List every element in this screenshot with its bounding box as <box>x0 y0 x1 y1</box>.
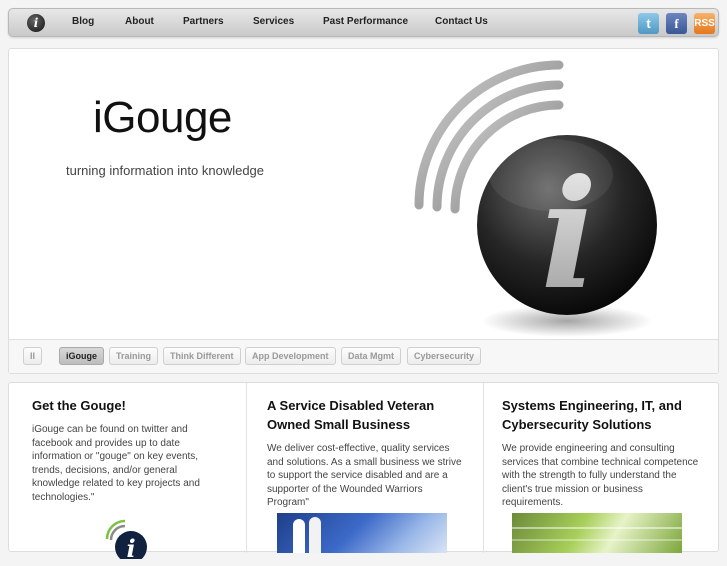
igouge-info-logo-icon: i <box>414 60 657 337</box>
column-veteran-owned: A Service Disabled Veteran Owned Small B… <box>267 396 467 566</box>
slider-tab-think-different[interactable]: Think Different <box>163 347 241 365</box>
column-title: Get the Gouge! <box>32 398 126 413</box>
nav-item-partners[interactable]: Partners <box>183 16 224 27</box>
slider-controls: II iGouge Training Think Different App D… <box>9 339 718 373</box>
igouge-small-logo-icon: i <box>105 519 147 559</box>
hero-slider: iGouge turning information into knowledg… <box>8 48 719 374</box>
nav-item-blog[interactable]: Blog <box>72 16 94 27</box>
slider-tab-cybersecurity[interactable]: Cybersecurity <box>407 347 482 365</box>
slider-tab-training[interactable]: Training <box>109 347 159 365</box>
slider-tab-app-development[interactable]: App Development <box>245 347 336 365</box>
feature-columns: Get the Gouge! iGouge can be found on tw… <box>8 382 719 559</box>
column-body: We provide engineering and consulting se… <box>502 443 699 508</box>
column-systems-engineering: Systems Engineering, IT, and Cybersecuri… <box>502 396 702 566</box>
column-divider <box>246 383 247 553</box>
slider-tab-igouge[interactable]: iGouge <box>59 347 104 365</box>
nav-item-services[interactable]: Services <box>253 16 294 27</box>
circuit-board-image <box>512 513 682 553</box>
rss-icon[interactable]: RSS <box>694 13 715 34</box>
column-title: A Service Disabled Veteran Owned Small B… <box>267 398 435 432</box>
hero-title: iGouge <box>93 93 232 142</box>
slider-pause-button[interactable]: II <box>23 347 43 365</box>
hero-tagline: turning information into knowledge <box>66 163 265 178</box>
svg-text:i: i <box>126 534 135 559</box>
twitter-icon[interactable]: t <box>638 13 659 34</box>
nav-item-past-performance[interactable]: Past Performance <box>323 16 408 27</box>
hero-logo-glyph: i <box>541 147 598 323</box>
nav-item-about[interactable]: About <box>125 16 154 27</box>
slider-tab-data-mgmt[interactable]: Data Mgmt <box>341 347 402 365</box>
nav-item-contact-us[interactable]: Contact Us <box>435 16 488 27</box>
wounded-warriors-image <box>277 513 447 553</box>
column-get-the-gouge: Get the Gouge! iGouge can be found on tw… <box>32 396 222 566</box>
home-info-icon[interactable]: i <box>27 14 45 32</box>
column-title: Systems Engineering, IT, and Cybersecuri… <box>502 398 682 432</box>
column-body: iGouge can be found on twitter and faceb… <box>32 424 200 503</box>
column-body: We deliver cost-effective, quality servi… <box>267 443 462 508</box>
facebook-icon[interactable]: f <box>666 13 687 34</box>
column-divider <box>483 383 484 553</box>
top-nav-bar: i Blog About Partners Services Past Perf… <box>8 8 719 37</box>
